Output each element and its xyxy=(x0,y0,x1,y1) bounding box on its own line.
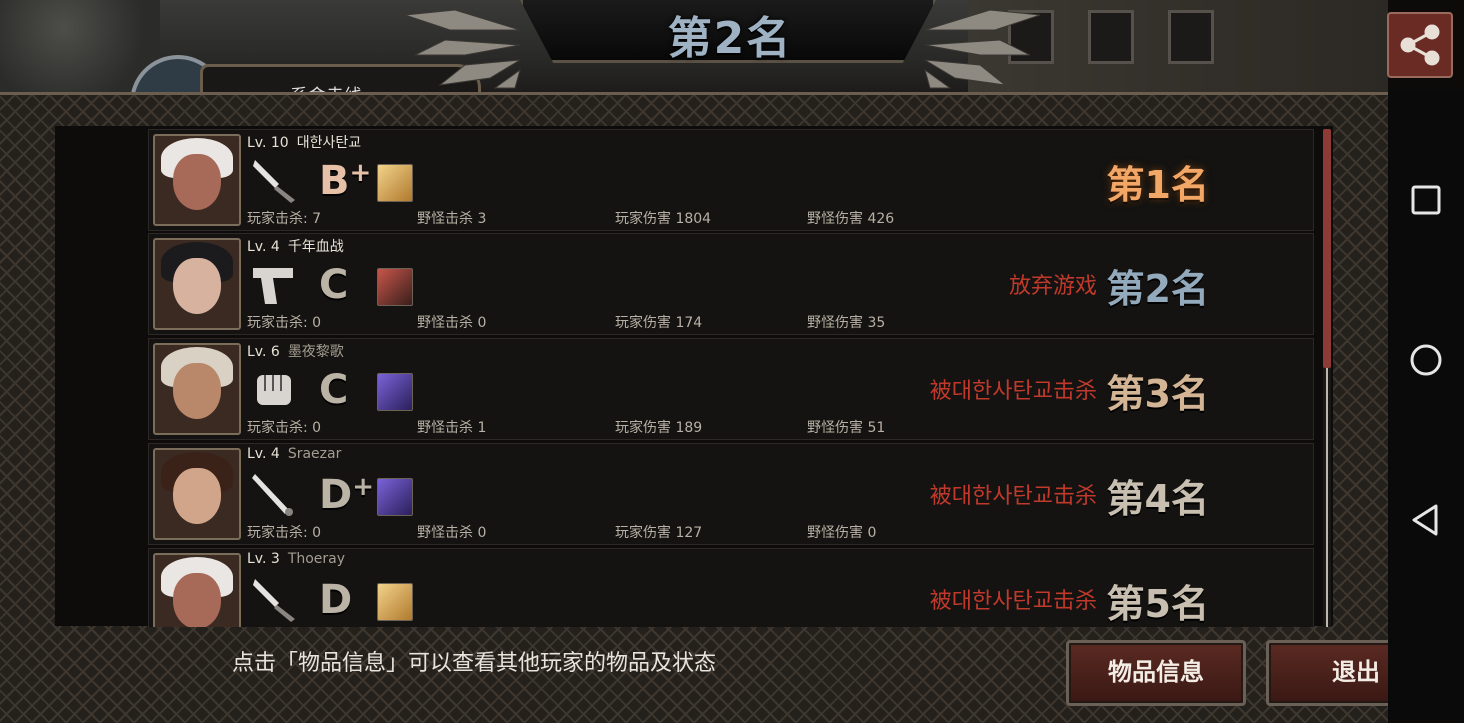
monster-damage: 野怪伤害 426 xyxy=(807,211,895,227)
player-level-line: Lv. 4 千年血战 xyxy=(247,236,344,256)
player-rank: 第3名 xyxy=(1106,372,1209,416)
player-damage: 玩家伤害 174 xyxy=(615,315,703,331)
hint-text: 点击「物品信息」可以查看其他玩家的物品及状态 xyxy=(232,651,717,676)
binocular-item-icon[interactable] xyxy=(377,268,413,306)
player-damage: 玩家伤害 127 xyxy=(615,525,703,541)
pistol-icon xyxy=(253,268,293,304)
player-damage: 玩家伤害 189 xyxy=(615,420,703,436)
back-icon[interactable] xyxy=(1406,500,1446,540)
player-result: 被대한사탄교击杀 xyxy=(929,589,1097,614)
player-rank: 第1名 xyxy=(1106,163,1209,207)
player-rank: 第5名 xyxy=(1106,582,1209,626)
player-grade: C xyxy=(319,367,349,413)
monster-kills: 野怪击杀 0 xyxy=(417,525,487,541)
player-row[interactable]: Lv. 6 墨夜黎歌 C 玩家击杀: 0 野怪击杀 1 玩家伤害 189 野怪伤害… xyxy=(148,338,1314,440)
player-level: Lv. 10 xyxy=(247,135,289,151)
player-level-line: Lv. 4 Sraezar xyxy=(247,446,341,462)
player-level: Lv. 6 xyxy=(247,344,280,360)
player-row[interactable]: Lv. 4 Sraezar D+ 玩家击杀: 0 野怪击杀 0 玩家伤害 127 … xyxy=(148,443,1314,545)
player-rank: 第2名 xyxy=(1106,267,1209,311)
player-grade: C xyxy=(319,262,349,308)
player-portrait xyxy=(153,343,241,435)
scroll-track xyxy=(1326,368,1328,627)
player-level: Lv. 4 xyxy=(247,446,280,462)
purple-item-icon[interactable] xyxy=(377,478,413,516)
monster-damage: 野怪伤害 51 xyxy=(807,420,886,436)
player-kills: 玩家击杀: 0 xyxy=(247,420,322,436)
player-grade: D+ xyxy=(319,472,374,518)
purple-item-icon[interactable] xyxy=(377,373,413,411)
player-name: 千年血战 xyxy=(287,239,344,255)
gold-item-icon[interactable] xyxy=(377,164,413,202)
recent-apps-icon[interactable] xyxy=(1406,180,1446,220)
player-row[interactable]: Lv. 10 대한사탄교 B+ 玩家击杀: 7 野怪击杀 3 玩家伤害 1804 … xyxy=(148,129,1314,231)
player-level-line: Lv. 6 墨夜黎歌 xyxy=(247,341,344,361)
player-kills: 玩家击杀: 0 xyxy=(247,525,322,541)
knife-icon xyxy=(253,160,295,203)
home-icon[interactable] xyxy=(1406,340,1446,380)
scroll-thumb[interactable] xyxy=(1323,129,1331,368)
player-level: Lv. 4 xyxy=(247,239,280,255)
player-level-line: Lv. 3 Thoeray xyxy=(247,551,345,567)
bat-icon xyxy=(252,474,293,516)
gold-item-icon[interactable] xyxy=(377,583,413,621)
player-damage: 玩家伤害 1804 xyxy=(615,211,712,227)
player-result: 被대한사탄교击杀 xyxy=(929,484,1097,509)
player-grade: B+ xyxy=(319,158,372,204)
list-scrollbar[interactable] xyxy=(1323,129,1331,627)
player-rank: 第4名 xyxy=(1106,477,1209,521)
player-kills: 玩家击杀: 0 xyxy=(247,315,322,331)
player-name: Sraezar xyxy=(287,446,342,462)
player-row[interactable]: Lv. 4 千年血战 C 玩家击杀: 0 野怪击杀 0 玩家伤害 174 野怪伤害… xyxy=(148,233,1314,335)
player-portrait xyxy=(153,448,241,540)
monster-kills: 野怪击杀 3 xyxy=(417,211,487,227)
share-button[interactable] xyxy=(1387,12,1453,78)
left-wing-icon xyxy=(395,0,525,90)
monster-kills: 野怪击杀 1 xyxy=(417,420,487,436)
building-window xyxy=(1168,10,1214,64)
player-name: Thoeray xyxy=(287,551,346,567)
player-level: Lv. 3 xyxy=(247,551,280,567)
player-result: 被대한사탄교击杀 xyxy=(929,379,1097,404)
knife-icon xyxy=(253,579,295,622)
monster-damage: 野怪伤害 35 xyxy=(807,315,886,331)
monster-damage: 野怪伤害 0 xyxy=(807,525,877,541)
player-portrait xyxy=(153,238,241,330)
player-name: 대한사탄교 xyxy=(296,135,362,151)
fist-icon xyxy=(257,375,291,405)
building-window xyxy=(1088,10,1134,64)
player-kills: 玩家击杀: 7 xyxy=(247,211,322,227)
page-title: 第2名 xyxy=(667,13,793,64)
monster-kills: 野怪击杀 0 xyxy=(417,315,487,331)
player-name: 墨夜黎歌 xyxy=(287,344,344,360)
player-result: 放弃游戏 xyxy=(1008,274,1097,299)
items-info-button[interactable]: 物品信息 xyxy=(1066,640,1246,706)
player-grade: D xyxy=(319,577,353,623)
player-portrait xyxy=(153,134,241,226)
player-portrait xyxy=(153,553,241,627)
player-level-line: Lv. 10 대한사탄교 xyxy=(247,132,361,152)
player-list[interactable]: Lv. 10 대한사탄교 B+ 玩家击杀: 7 野怪击杀 3 玩家伤害 1804 … xyxy=(148,129,1316,627)
share-icon xyxy=(1400,24,1440,66)
player-row[interactable]: Lv. 3 Thoeray D 被대한사탄교击杀 第5名 xyxy=(148,548,1314,627)
